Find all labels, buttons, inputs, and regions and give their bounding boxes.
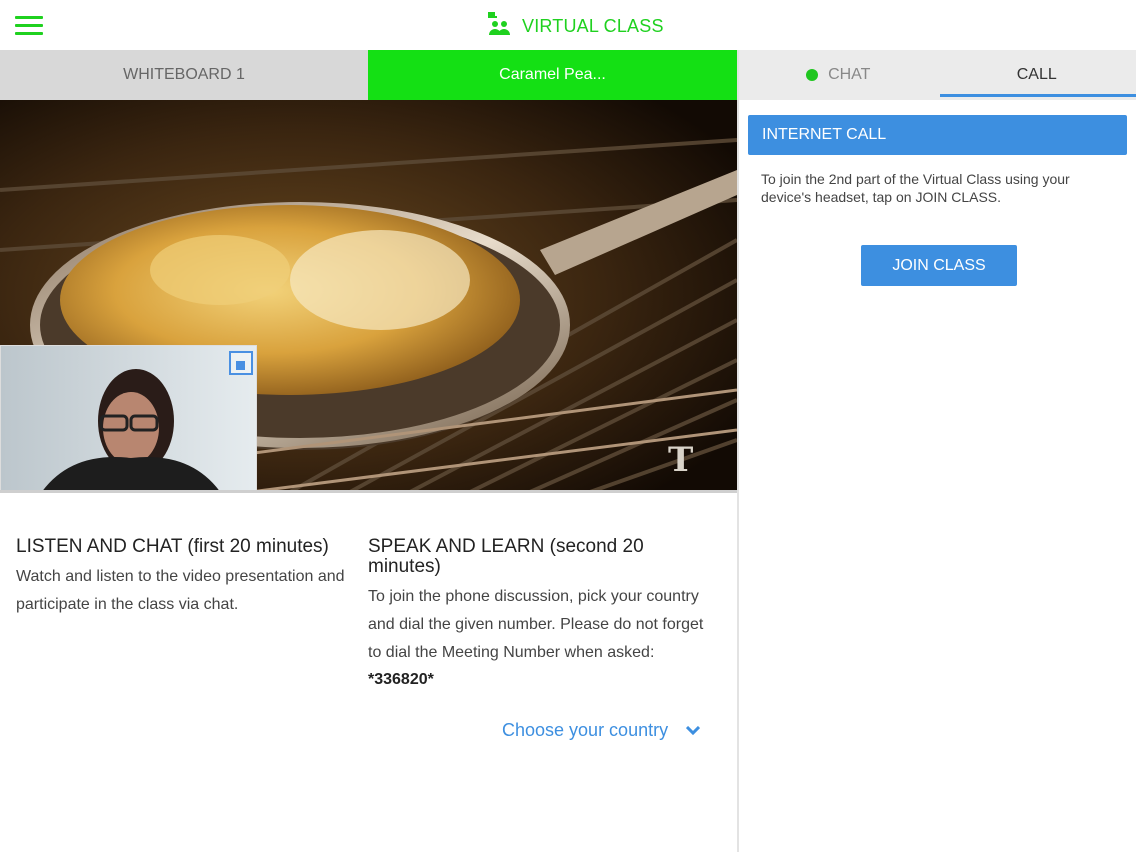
- side-panel-tabs: CHAT CALL: [739, 50, 1136, 100]
- content-tabs: WHITEBOARD 1 Caramel Pea...: [0, 50, 737, 100]
- tab-label: CHAT: [828, 66, 871, 83]
- internet-call-description: To join the 2nd part of the Virtual Clas…: [761, 171, 1070, 205]
- speak-section: SPEAK AND LEARN (second 20 minutes) To j…: [368, 537, 718, 693]
- publisher-logo: T: [668, 440, 694, 480]
- tab-label: WHITEBOARD 1: [123, 66, 245, 83]
- tab-label: CALL: [1016, 66, 1057, 83]
- people-icon: [486, 11, 512, 42]
- app-brand: VIRTUAL CLASS: [486, 11, 664, 42]
- presenter-frame: [1, 346, 256, 491]
- video-divider: [0, 490, 737, 493]
- listen-section: LISTEN AND CHAT (first 20 minutes) Watch…: [16, 537, 361, 619]
- tab-video-active[interactable]: Caramel Pea...: [368, 50, 737, 100]
- tab-chat[interactable]: CHAT: [739, 50, 938, 100]
- internet-call-header: INTERNET CALL: [748, 115, 1127, 155]
- tab-label: Caramel Pea...: [499, 66, 606, 83]
- join-class-button[interactable]: JOIN CLASS: [861, 245, 1017, 286]
- listen-text: Watch and listen to the video presentati…: [16, 568, 345, 613]
- speak-text: To join the phone discussion, pick your …: [368, 588, 704, 661]
- speak-title: SPEAK AND LEARN (second 20 minutes): [368, 536, 644, 577]
- hamburger-menu-icon[interactable]: [15, 16, 43, 36]
- online-status-icon: [806, 69, 819, 81]
- country-select[interactable]: Choose your country: [502, 720, 701, 741]
- tab-call[interactable]: CALL: [938, 50, 1136, 100]
- meeting-number: *336820*: [368, 671, 434, 688]
- app-title: VIRTUAL CLASS: [522, 15, 664, 36]
- chevron-down-icon: [686, 720, 701, 741]
- country-select-label: Choose your country: [502, 720, 669, 740]
- tab-whiteboard-1[interactable]: WHITEBOARD 1: [0, 50, 368, 100]
- video-player[interactable]: T: [0, 100, 737, 492]
- internet-call-title: INTERNET CALL: [762, 126, 887, 143]
- pip-expand-toggle[interactable]: [229, 351, 253, 375]
- app-header: VIRTUAL CLASS: [0, 0, 1136, 50]
- panel-divider: [737, 50, 739, 852]
- presenter-video[interactable]: [0, 345, 257, 492]
- listen-title: LISTEN AND CHAT (first 20 minutes): [16, 536, 329, 557]
